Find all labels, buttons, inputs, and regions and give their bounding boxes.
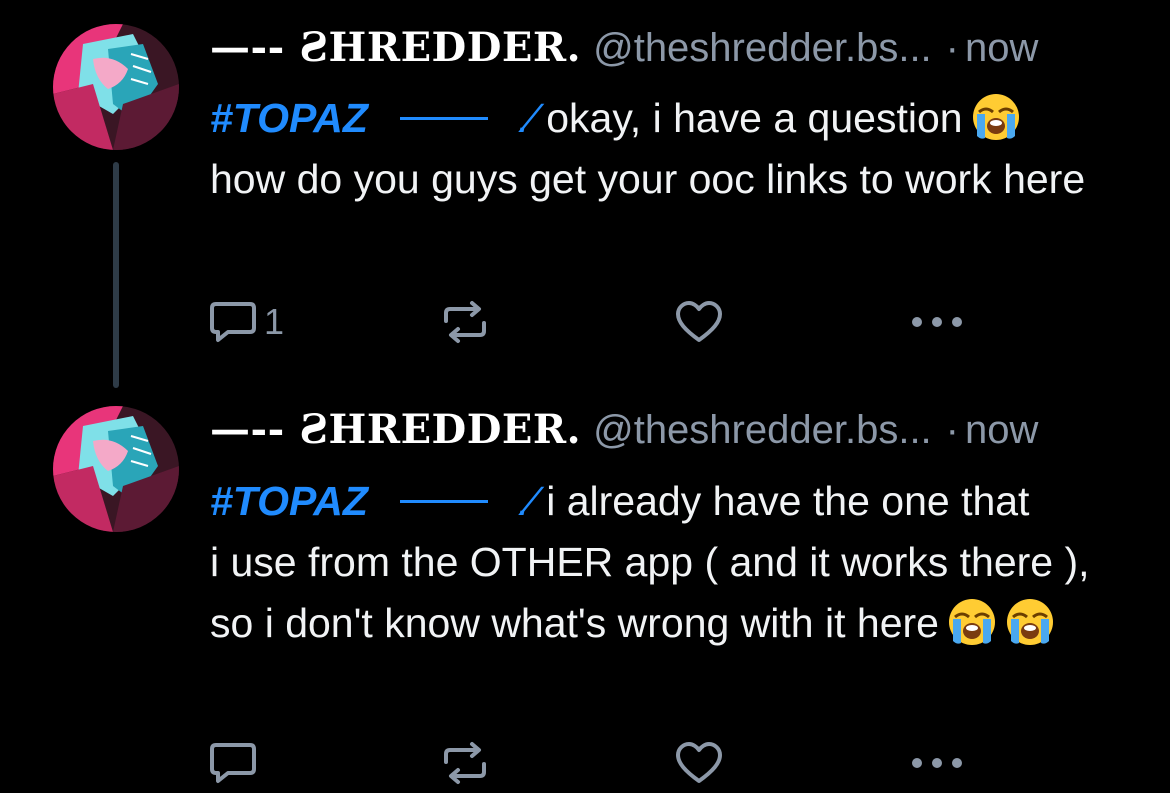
like-button[interactable] [675, 297, 723, 347]
post[interactable]: —-- ꙄHREDDER. @theshredder.bs... · now #TOP… [0, 0, 1170, 400]
hashtag-link[interactable]: #TOPAZ [210, 95, 368, 141]
avatar[interactable] [53, 24, 179, 150]
slash-mark: .⁄ [517, 478, 537, 524]
loudly-crying-face-icon [971, 92, 1021, 142]
author-display-name[interactable]: —-- ꙄHREDDER. [210, 406, 581, 453]
separator-dot: · [945, 26, 959, 70]
post-actions [210, 738, 970, 788]
ellipsis-icon [912, 758, 962, 768]
post-time[interactable]: now [965, 26, 1038, 70]
avatar-image [53, 24, 179, 150]
ellipsis-icon [912, 317, 962, 327]
speech-bubble-icon [210, 743, 256, 783]
author-display-name[interactable]: —-- ꙄHREDDER. [210, 24, 581, 71]
post-text: #TOPAZ .⁄ okay, i have a question how do yo… [210, 88, 1140, 210]
post-text-line: i already have the one that [546, 478, 1030, 524]
post-text: #TOPAZ .⁄ i already have the one that i use… [210, 471, 1140, 654]
author-handle[interactable]: @theshredder.bs... [593, 408, 932, 452]
repost-button[interactable] [440, 738, 490, 788]
reply-button[interactable] [210, 738, 264, 788]
heart-icon [676, 742, 722, 783]
divider-dash [399, 116, 488, 120]
repost-button[interactable] [440, 297, 490, 347]
more-options-button[interactable] [910, 297, 964, 347]
reply-count: 1 [264, 301, 285, 342]
loudly-crying-face-icon [1005, 597, 1055, 647]
slash-mark: .⁄ [517, 95, 537, 141]
thread-line [113, 162, 119, 388]
repost-arrows-icon [444, 742, 486, 784]
post-header: —-- ꙄHREDDER. @theshredder.bs... · now [210, 406, 1140, 454]
hashtag-link[interactable]: #TOPAZ [210, 478, 368, 524]
more-options-button[interactable] [910, 738, 964, 788]
separator-dot: · [945, 408, 959, 452]
post-header: —-- ꙄHREDDER. @theshredder.bs... · now [210, 24, 1140, 72]
post[interactable]: —-- ꙄHREDDER. @theshredder.bs... · now #TOP… [0, 400, 1170, 793]
repost-arrows-icon [444, 301, 486, 343]
divider-dash [399, 499, 488, 503]
avatar[interactable] [53, 406, 179, 532]
post-time[interactable]: now [965, 408, 1038, 452]
post-actions: 1 [210, 297, 970, 347]
author-handle[interactable]: @theshredder.bs... [593, 26, 932, 70]
like-button[interactable] [675, 738, 723, 788]
reply-button[interactable]: 1 [210, 297, 284, 347]
avatar-image [53, 406, 179, 532]
loudly-crying-face-icon [947, 597, 997, 647]
speech-bubble-icon [210, 302, 256, 342]
heart-icon [676, 301, 722, 342]
post-text-line: okay, i have a question [546, 95, 963, 141]
post-text-continued: how do you guys get your ooc links to wo… [210, 156, 1086, 202]
